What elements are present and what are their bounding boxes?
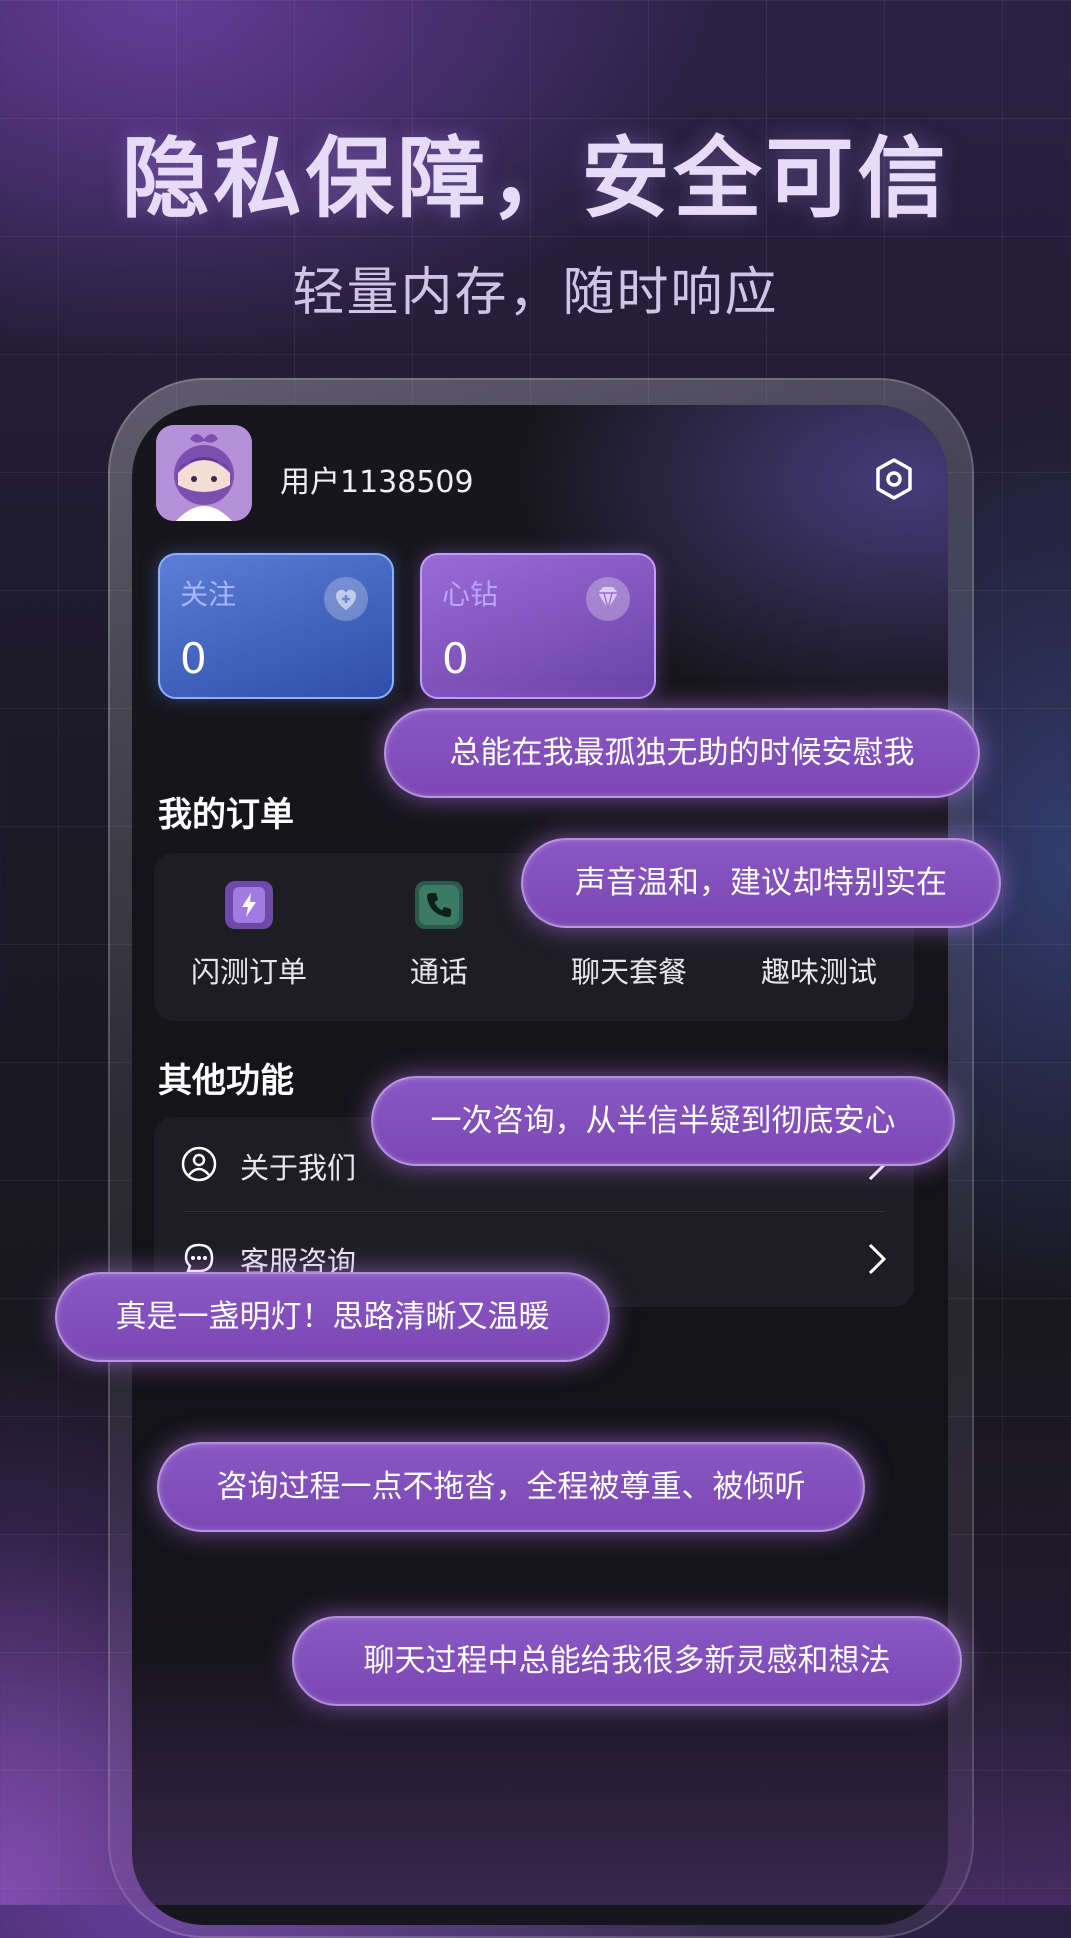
diamond-icon: [584, 575, 632, 623]
phone-icon: [415, 881, 463, 929]
follow-value: 0: [180, 634, 207, 683]
user-circle-icon: [180, 1145, 218, 1183]
other-title: 其他功能: [158, 1061, 294, 1101]
username: 用户1138509: [280, 465, 474, 500]
order-label: 趣味测试: [760, 955, 877, 989]
chevron-right-icon: [866, 1241, 888, 1277]
diamond-card[interactable]: 心钻 0: [420, 553, 656, 699]
settings-icon[interactable]: [872, 457, 916, 501]
avatar[interactable]: [156, 425, 252, 521]
orders-title: 我的订单: [158, 795, 294, 835]
order-label: 通话: [409, 955, 468, 989]
review-bubble: 一次咨询，从半信半疑到彻底安心: [371, 1076, 955, 1166]
order-label: 闪测订单: [190, 955, 307, 989]
review-bubble: 真是一盏明灯！思路清晰又温暖: [55, 1272, 610, 1362]
follow-card[interactable]: 关注 0: [158, 553, 394, 699]
order-item-call[interactable]: 通话: [344, 853, 534, 1021]
flash-order-icon: [225, 881, 273, 929]
review-bubble: 声音温和，建议却特别实在: [521, 838, 1001, 928]
order-label: 聊天套餐: [570, 955, 687, 989]
page-subheadline: 轻量内存，随时响应: [292, 263, 779, 323]
review-bubble: 聊天过程中总能给我很多新灵感和想法: [292, 1616, 962, 1706]
review-bubble: 总能在我最孤独无助的时候安慰我: [384, 708, 980, 798]
menu-label: 关于我们: [240, 1151, 357, 1185]
page-headline: 隐私保障，安全可信: [121, 126, 950, 230]
diamond-value: 0: [442, 634, 469, 683]
heart-plus-icon: [322, 575, 370, 623]
review-bubble: 咨询过程一点不拖沓，全程被尊重、被倾听: [157, 1442, 865, 1532]
order-item-flash-test[interactable]: 闪测订单: [154, 853, 344, 1021]
